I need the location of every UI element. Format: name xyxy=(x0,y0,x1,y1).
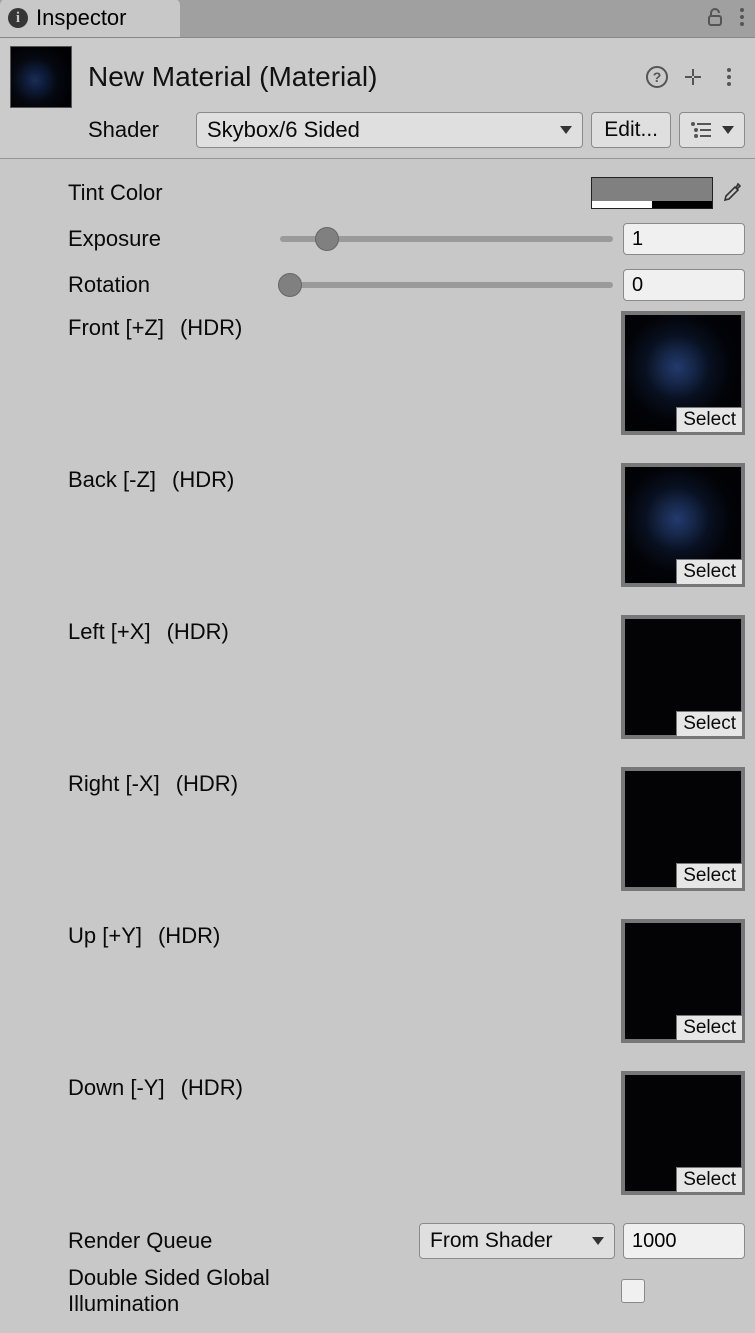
texture-hdr-tag: (HDR) xyxy=(158,923,220,949)
texture-select-button[interactable]: Select xyxy=(676,1167,743,1193)
texture-name: Right [-X] xyxy=(68,771,160,797)
tab-label: Inspector xyxy=(36,5,127,31)
texture-hdr-tag: (HDR) xyxy=(181,1075,243,1101)
edit-button[interactable]: Edit... xyxy=(591,112,671,148)
list-icon xyxy=(690,121,712,139)
slider-knob[interactable] xyxy=(278,273,302,297)
rotation-input[interactable] xyxy=(623,269,745,301)
exposure-label: Exposure xyxy=(10,226,270,252)
texture-thumbnail[interactable]: Select xyxy=(621,615,745,739)
texture-slot: Down [-Y] (HDR) Select xyxy=(10,1071,745,1195)
slider-knob[interactable] xyxy=(315,227,339,251)
texture-slot: Up [+Y] (HDR) Select xyxy=(10,919,745,1043)
dsgi-checkbox[interactable] xyxy=(621,1279,645,1303)
rotation-label: Rotation xyxy=(10,272,270,298)
render-queue-dropdown[interactable]: From Shader xyxy=(419,1223,615,1259)
render-queue-label: Render Queue xyxy=(10,1228,270,1254)
tab-bar: i Inspector xyxy=(0,0,755,38)
texture-thumbnail[interactable]: Select xyxy=(621,767,745,891)
rotation-slider[interactable] xyxy=(280,282,613,288)
hierarchy-button[interactable] xyxy=(679,112,745,148)
texture-select-button[interactable]: Select xyxy=(676,711,743,737)
texture-slot: Back [-Z] (HDR) Select xyxy=(10,463,745,587)
texture-select-button[interactable]: Select xyxy=(676,1015,743,1041)
texture-hdr-tag: (HDR) xyxy=(172,467,234,493)
texture-name: Left [+X] xyxy=(68,619,151,645)
material-header: New Material (Material) ? Shader Skybox/… xyxy=(0,38,755,159)
texture-thumbnail[interactable]: Select xyxy=(621,919,745,1043)
texture-select-button[interactable]: Select xyxy=(676,863,743,889)
texture-thumbnail[interactable]: Select xyxy=(621,1071,745,1195)
tint-color-label: Tint Color xyxy=(10,180,270,206)
exposure-slider[interactable] xyxy=(280,236,613,242)
render-queue-mode: From Shader xyxy=(430,1229,553,1253)
lock-icon[interactable] xyxy=(705,7,725,33)
eyedropper-icon[interactable] xyxy=(717,177,745,209)
material-preview-thumbnail[interactable] xyxy=(10,46,72,108)
more-icon[interactable] xyxy=(739,7,745,33)
texture-thumbnail[interactable]: Select xyxy=(621,311,745,435)
tab-inspector[interactable]: i Inspector xyxy=(0,0,180,37)
info-icon: i xyxy=(8,8,28,28)
preset-icon[interactable] xyxy=(681,65,705,89)
more-icon[interactable] xyxy=(717,65,741,89)
texture-name: Up [+Y] xyxy=(68,923,142,949)
texture-hdr-tag: (HDR) xyxy=(180,315,242,341)
texture-thumbnail[interactable]: Select xyxy=(621,463,745,587)
dsgi-label: Double Sided Global Illumination xyxy=(10,1265,360,1317)
texture-name: Front [+Z] xyxy=(68,315,164,341)
texture-hdr-tag: (HDR) xyxy=(167,619,229,645)
help-icon[interactable]: ? xyxy=(645,65,669,89)
texture-slot: Left [+X] (HDR) Select xyxy=(10,615,745,739)
texture-slot: Right [-X] (HDR) Select xyxy=(10,767,745,891)
svg-text:?: ? xyxy=(653,69,662,85)
texture-name: Back [-Z] xyxy=(68,467,156,493)
chevron-down-icon xyxy=(560,126,572,134)
texture-hdr-tag: (HDR) xyxy=(176,771,238,797)
shader-value: Skybox/6 Sided xyxy=(207,117,360,143)
texture-select-button[interactable]: Select xyxy=(676,407,743,433)
tint-color-field[interactable] xyxy=(591,177,713,209)
chevron-down-icon xyxy=(722,126,734,134)
exposure-input[interactable] xyxy=(623,223,745,255)
material-title: New Material (Material) xyxy=(88,61,645,93)
chevron-down-icon xyxy=(592,1237,604,1245)
texture-name: Down [-Y] xyxy=(68,1075,165,1101)
render-queue-input[interactable] xyxy=(623,1223,745,1259)
texture-select-button[interactable]: Select xyxy=(676,559,743,585)
texture-slot: Front [+Z] (HDR) Select xyxy=(10,311,745,435)
shader-dropdown[interactable]: Skybox/6 Sided xyxy=(196,112,583,148)
properties-panel: Tint Color Exposure Rotation Front [+Z] (… xyxy=(0,159,755,1333)
shader-label: Shader xyxy=(88,117,188,143)
color-swatch xyxy=(592,178,712,201)
